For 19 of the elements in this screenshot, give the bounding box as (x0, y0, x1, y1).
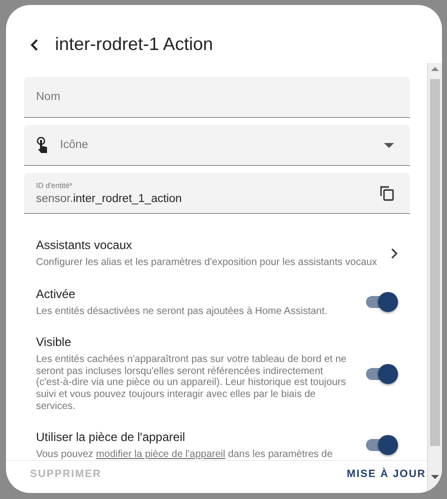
setting-title: Assistants vocaux (36, 238, 134, 252)
scrollbar[interactable] (427, 63, 442, 493)
setting-description: Vous pouvez modifier la pièce de l'appareil dans les paramètres de (36, 449, 334, 460)
name-field[interactable]: Nom (24, 77, 410, 118)
dialog-title: inter-rodret-1 Action (55, 34, 214, 55)
copy-icon[interactable] (380, 186, 394, 200)
dropdown-caret-icon[interactable] (384, 142, 394, 148)
touch-icon (36, 136, 50, 154)
icon-select-field[interactable]: Icône (24, 125, 410, 166)
setting-title: Visible (36, 335, 72, 350)
setting-description: Les entités cachées n'apparaîtront pas sur votre tableau de bord et ne seront pas incluses lorsqu'elles seront référencées indirectement (c'est-à-dire via une pièce ou un appareil). Leur historique est toujours suivi et vous pouvez toujours interagir avec elles par le biais de services. (36, 354, 348, 412)
update-button[interactable]: MISE À JOUR (346, 462, 426, 486)
back-icon[interactable] (30, 38, 40, 50)
setting-description: Les entités désactivées ne seront pas ajoutées à Home Assistant. (36, 306, 328, 318)
area-link[interactable]: modifier la pièce de l'appareil (96, 449, 226, 460)
setting-title: Utiliser la pièce de l'appareil (36, 430, 186, 444)
setting-title: Activée (36, 286, 76, 301)
setting-description: Configurer les alias et les paramètres d'exposition pour les assistants vocaux (36, 257, 377, 269)
chevron-right-icon[interactable] (391, 248, 398, 259)
